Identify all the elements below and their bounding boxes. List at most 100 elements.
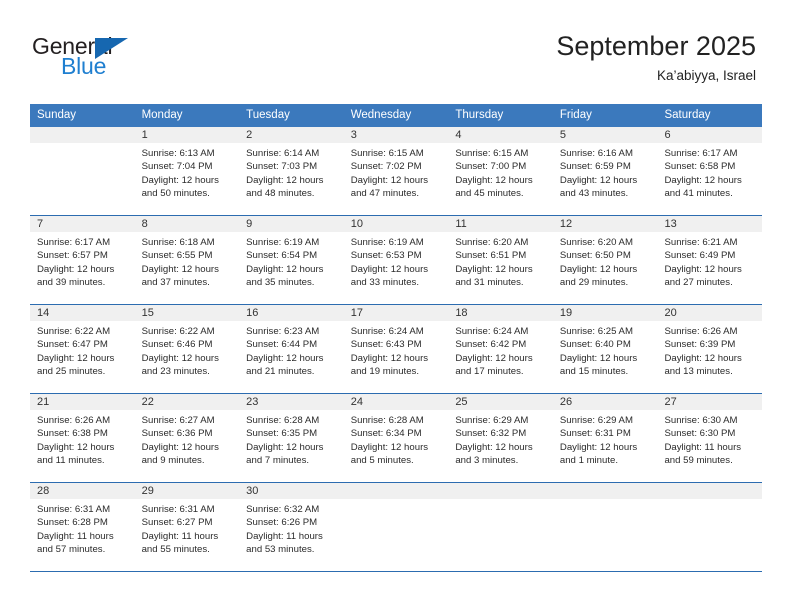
sunset-text: Sunset: 6:46 PM xyxy=(141,339,213,351)
daylight-text-line1: Daylight: 12 hours xyxy=(141,263,219,275)
day-number: 6 xyxy=(657,127,763,144)
day-cell[interactable]: 15 Sunrise: 6:22 AM Sunset: 6:46 PM Dayl… xyxy=(134,305,240,393)
sunrise-text: Sunrise: 6:27 AM xyxy=(141,415,215,426)
day-number: 2 xyxy=(239,127,344,144)
sunset-text: Sunset: 6:31 PM xyxy=(559,428,631,440)
sunset-text: Sunset: 7:00 PM xyxy=(455,161,527,173)
day-cell[interactable]: 13 Sunrise: 6:21 AM Sunset: 6:49 PM Dayl… xyxy=(657,216,763,304)
day-details: Sunrise: 6:22 AM Sunset: 6:46 PM Dayligh… xyxy=(135,322,240,393)
day-number: 15 xyxy=(134,305,240,322)
day-cell[interactable]: 24 Sunrise: 6:28 AM Sunset: 6:34 PM Dayl… xyxy=(343,394,449,482)
day-cell[interactable]: 10 Sunrise: 6:19 AM Sunset: 6:53 PM Dayl… xyxy=(343,216,449,304)
sunrise-text: Sunrise: 6:22 AM xyxy=(141,326,215,337)
day-cell[interactable]: 19 Sunrise: 6:25 AM Sunset: 6:40 PM Dayl… xyxy=(552,305,658,393)
weekday-wednesday: Wednesday xyxy=(350,109,412,121)
sunset-text: Sunset: 6:51 PM xyxy=(455,250,527,262)
sunrise-text: Sunrise: 6:21 AM xyxy=(664,237,738,248)
day-number: 21 xyxy=(30,394,135,411)
day-cell[interactable]: 29 Sunrise: 6:31 AM Sunset: 6:27 PM Dayl… xyxy=(134,483,240,571)
daylight-text-line1: Daylight: 11 hours xyxy=(141,530,219,542)
day-cell[interactable] xyxy=(657,483,763,571)
day-number: 27 xyxy=(657,394,763,411)
day-cell[interactable]: 18 Sunrise: 6:24 AM Sunset: 6:42 PM Dayl… xyxy=(448,305,553,393)
day-cell[interactable] xyxy=(448,483,553,571)
day-details xyxy=(30,144,135,215)
weekday-thursday: Thursday xyxy=(455,109,504,121)
sunset-text: Sunset: 7:02 PM xyxy=(350,161,422,173)
day-cell[interactable]: 1 Sunrise: 6:13 AM Sunset: 7:04 PM Dayli… xyxy=(134,127,240,215)
day-cell[interactable]: 9 Sunrise: 6:19 AM Sunset: 6:54 PM Dayli… xyxy=(239,216,344,304)
weekday-tuesday: Tuesday xyxy=(246,109,290,121)
sunset-text: Sunset: 6:36 PM xyxy=(141,428,213,440)
daylight-text-line1: Daylight: 12 hours xyxy=(246,263,324,275)
day-cell[interactable] xyxy=(552,483,658,571)
sunrise-text: Sunrise: 6:26 AM xyxy=(37,415,111,426)
day-details: Sunrise: 6:19 AM Sunset: 6:54 PM Dayligh… xyxy=(239,233,344,304)
day-cell[interactable]: 5 Sunrise: 6:16 AM Sunset: 6:59 PM Dayli… xyxy=(552,127,658,215)
daylight-text-line1: Daylight: 12 hours xyxy=(559,441,638,453)
sunset-text: Sunset: 6:57 PM xyxy=(37,250,108,262)
day-cell[interactable]: 20 Sunrise: 6:26 AM Sunset: 6:39 PM Dayl… xyxy=(657,305,763,393)
day-cell[interactable]: 23 Sunrise: 6:28 AM Sunset: 6:35 PM Dayl… xyxy=(239,394,344,482)
day-number: 29 xyxy=(134,483,240,500)
day-details: Sunrise: 6:30 AM Sunset: 6:30 PM Dayligh… xyxy=(657,411,762,482)
day-cell[interactable]: 3 Sunrise: 6:15 AM Sunset: 7:02 PM Dayli… xyxy=(343,127,449,215)
day-cell[interactable] xyxy=(30,127,135,215)
day-number xyxy=(30,127,135,144)
daylight-text-line2: and 7 minutes. xyxy=(246,454,310,466)
daylight-text-line2: and 5 minutes. xyxy=(350,454,414,466)
day-details: Sunrise: 6:24 AM Sunset: 6:42 PM Dayligh… xyxy=(448,322,553,393)
day-cell[interactable]: 16 Sunrise: 6:23 AM Sunset: 6:44 PM Dayl… xyxy=(239,305,344,393)
day-cell[interactable]: 6 Sunrise: 6:17 AM Sunset: 6:58 PM Dayli… xyxy=(657,127,763,215)
day-cell[interactable]: 22 Sunrise: 6:27 AM Sunset: 6:36 PM Dayl… xyxy=(134,394,240,482)
day-cell[interactable]: 21 Sunrise: 6:26 AM Sunset: 6:38 PM Dayl… xyxy=(30,394,135,482)
daylight-text-line2: and 3 minutes. xyxy=(455,454,519,466)
daylight-text-line2: and 41 minutes. xyxy=(664,187,733,199)
week-row: 1 Sunrise: 6:13 AM Sunset: 7:04 PM Dayli… xyxy=(30,127,763,216)
day-details: Sunrise: 6:21 AM Sunset: 6:49 PM Dayligh… xyxy=(657,233,762,304)
day-cell[interactable]: 4 Sunrise: 6:15 AM Sunset: 7:00 PM Dayli… xyxy=(448,127,553,215)
day-details: Sunrise: 6:23 AM Sunset: 6:44 PM Dayligh… xyxy=(239,322,344,393)
sunset-text: Sunset: 6:50 PM xyxy=(559,250,631,262)
sunset-text: Sunset: 6:54 PM xyxy=(246,250,318,262)
daylight-text-line2: and 21 minutes. xyxy=(246,365,315,377)
day-number: 1 xyxy=(134,127,240,144)
day-number: 12 xyxy=(552,216,658,233)
sunrise-text: Sunrise: 6:25 AM xyxy=(559,326,633,337)
daylight-text-line1: Daylight: 12 hours xyxy=(141,174,219,186)
day-cell[interactable]: 26 Sunrise: 6:29 AM Sunset: 6:31 PM Dayl… xyxy=(552,394,658,482)
day-cell[interactable]: 28 Sunrise: 6:31 AM Sunset: 6:28 PM Dayl… xyxy=(30,483,135,571)
daylight-text-line2: and 47 minutes. xyxy=(350,187,420,199)
generalblue-logo[interactable]: General Blue xyxy=(32,34,212,84)
day-cell[interactable]: 8 Sunrise: 6:18 AM Sunset: 6:55 PM Dayli… xyxy=(134,216,240,304)
day-cell[interactable]: 11 Sunrise: 6:20 AM Sunset: 6:51 PM Dayl… xyxy=(448,216,553,304)
daylight-text-line1: Daylight: 12 hours xyxy=(559,263,638,275)
daylight-text-line2: and 45 minutes. xyxy=(455,187,524,199)
day-number: 24 xyxy=(343,394,449,411)
day-number: 17 xyxy=(343,305,449,322)
day-details: Sunrise: 6:19 AM Sunset: 6:53 PM Dayligh… xyxy=(344,233,449,304)
day-cell[interactable]: 30 Sunrise: 6:32 AM Sunset: 6:26 PM Dayl… xyxy=(239,483,344,571)
sunrise-text: Sunrise: 6:28 AM xyxy=(350,415,424,426)
day-number: 14 xyxy=(30,305,135,322)
daylight-text-line2: and 39 minutes. xyxy=(37,276,106,288)
weekday-saturday: Saturday xyxy=(664,109,711,121)
day-cell[interactable]: 25 Sunrise: 6:29 AM Sunset: 6:32 PM Dayl… xyxy=(448,394,553,482)
day-details: Sunrise: 6:24 AM Sunset: 6:43 PM Dayligh… xyxy=(344,322,449,393)
day-cell[interactable]: 2 Sunrise: 6:14 AM Sunset: 7:03 PM Dayli… xyxy=(239,127,344,215)
daylight-text-line1: Daylight: 11 hours xyxy=(246,530,323,542)
day-cell[interactable]: 17 Sunrise: 6:24 AM Sunset: 6:43 PM Dayl… xyxy=(343,305,449,393)
sunrise-text: Sunrise: 6:20 AM xyxy=(455,237,529,248)
day-cell[interactable] xyxy=(343,483,449,571)
day-cell[interactable]: 7 Sunrise: 6:17 AM Sunset: 6:57 PM Dayli… xyxy=(30,216,135,304)
sunset-text: Sunset: 6:30 PM xyxy=(664,428,736,440)
sunset-text: Sunset: 6:34 PM xyxy=(350,428,422,440)
day-cell[interactable]: 27 Sunrise: 6:30 AM Sunset: 6:30 PM Dayl… xyxy=(657,394,763,482)
daylight-text-line1: Daylight: 12 hours xyxy=(350,174,429,186)
daylight-text-line2: and 15 minutes. xyxy=(559,365,629,377)
daylight-text-line1: Daylight: 12 hours xyxy=(664,352,742,364)
sunrise-text: Sunrise: 6:15 AM xyxy=(350,148,424,159)
day-cell[interactable]: 12 Sunrise: 6:20 AM Sunset: 6:50 PM Dayl… xyxy=(552,216,658,304)
daylight-text-line1: Daylight: 12 hours xyxy=(664,174,742,186)
day-cell[interactable]: 14 Sunrise: 6:22 AM Sunset: 6:47 PM Dayl… xyxy=(30,305,135,393)
